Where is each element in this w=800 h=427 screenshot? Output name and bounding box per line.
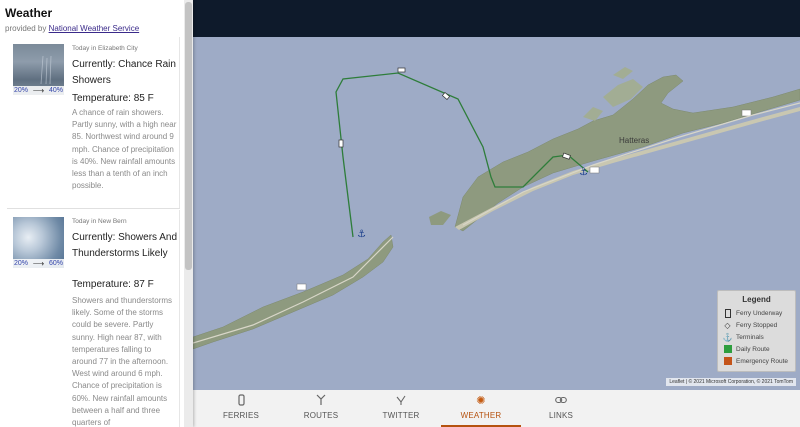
ferry-icon [237,393,245,407]
legend-label: Emergency Route [736,357,789,365]
app-root: ⚓ ⚓ Hatteras Leaflet | © 2021 Microsoft … [0,0,800,427]
provided-by: provided by National Weather Service [5,24,193,33]
card-divider [7,208,180,209]
nav-ferries[interactable]: FERRIES [201,390,281,427]
bottom-nav: FERRIES ROUTES TWITTER ✺ WEATHER LINKS [193,390,800,427]
forecast-card: 20% ⟶ 60% Today in New Bern Currently: S… [7,210,180,427]
forecast-place: Today in Elizabeth City [72,45,138,52]
emergency-route-swatch [723,357,732,365]
precip-range: 20% ⟶ 40% [13,86,64,95]
ferry-underway-marker [397,67,406,73]
pct-from: 20% [14,260,29,267]
legend-label: Terminals [736,333,764,341]
scrollbar-thumb[interactable] [185,2,192,270]
legend-label: Daily Route [736,345,770,353]
legend-row-daily-route: Daily Route [723,343,790,355]
forecast-temperature: Temperature: 87 F [72,279,154,290]
nav-label: FERRIES [222,411,260,420]
terminal-anchor: ⚓ [579,167,588,178]
ferry-underway-marker [441,92,451,100]
nav-twitter[interactable]: TWITTER [361,390,441,427]
island-ocracoke [193,234,394,350]
twitter-icon [395,393,407,407]
routes-icon [316,393,326,407]
thunderstorms-icon: 20% ⟶ 60% [13,217,64,268]
place-label-hatteras: Hatteras [619,136,650,145]
sidebar-title: Weather [5,6,53,20]
forecast-description: A chance of rain showers. Partly sunny, … [72,108,177,191]
ferry-underway-marker [338,139,344,148]
map-canvas[interactable]: ⚓ ⚓ [193,37,800,390]
precip-range: 20% ⟶ 60% [13,259,64,268]
nav-label: WEATHER [460,411,502,420]
legend-row-terminals: ⚓ Terminals [723,331,790,343]
weather-sidebar[interactable]: Weather provided by National Weather Ser… [0,0,193,427]
map-legend: Legend Ferry Underway ◇ Ferry Stopped ⚓ … [717,290,796,372]
pct-to: 40% [48,87,63,94]
nws-link[interactable]: National Weather Service [49,24,140,33]
nav-label: ROUTES [303,411,339,420]
anchor-icon: ⚓ [722,332,733,342]
nav-label: TWITTER [382,411,420,420]
small-island [429,211,451,225]
nav-links[interactable]: LINKS [521,390,601,427]
legend-row-ferry-underway: Ferry Underway [723,307,790,319]
arrow-right-icon: ⟶ [32,259,45,268]
forecast-description: Showers and thunderstorms likely. Some o… [72,296,173,427]
pct-from: 20% [14,87,29,94]
legend-title: Legend [742,295,771,304]
legend-row-ferry-stopped: ◇ Ferry Stopped [723,319,790,331]
sun-icon: ✺ [476,394,486,407]
nav-routes[interactable]: ROUTES [281,390,361,427]
legend-label: Ferry Stopped [736,321,778,329]
terminal-anchor: ⚓ [357,229,366,240]
link-icon [555,393,567,407]
route-shield [741,109,752,117]
forecast-currently: Currently: Showers And Thunderstorms Lik… [72,232,178,259]
route-shield [589,166,600,174]
arrow-right-icon: ⟶ [32,86,45,95]
ferry-underway-icon [723,308,732,318]
forecast-currently: Currently: Chance Rain Showers [72,59,176,86]
pct-to: 60% [48,260,63,267]
forecast-card: 20% ⟶ 40% Today in Elizabeth City Curren… [7,37,180,208]
legend-label: Ferry Underway [736,309,783,317]
ferry-map[interactable]: ⚓ ⚓ Hatteras Leaflet | © 2021 Microsoft … [193,37,800,390]
daily-route-swatch [723,345,732,353]
legend-row-emergency-route: Emergency Route [723,355,790,367]
provided-by-prefix: provided by [5,24,47,33]
map-attribution[interactable]: Leaflet | © 2021 Microsoft Corporation, … [666,378,796,386]
forecast-place: Today in New Bern [72,218,127,225]
forecast-temperature: Temperature: 85 F [72,93,154,104]
sidebar-header: Weather provided by National Weather Ser… [0,0,193,33]
sidebar-scrollbar[interactable] [184,0,193,427]
ferry-stopped-icon: ◇ [724,320,731,330]
nav-weather[interactable]: ✺ WEATHER [441,390,521,427]
rain-showers-icon: 20% ⟶ 40% [13,44,64,95]
route-shield [296,283,307,291]
nav-label: LINKS [548,411,574,420]
